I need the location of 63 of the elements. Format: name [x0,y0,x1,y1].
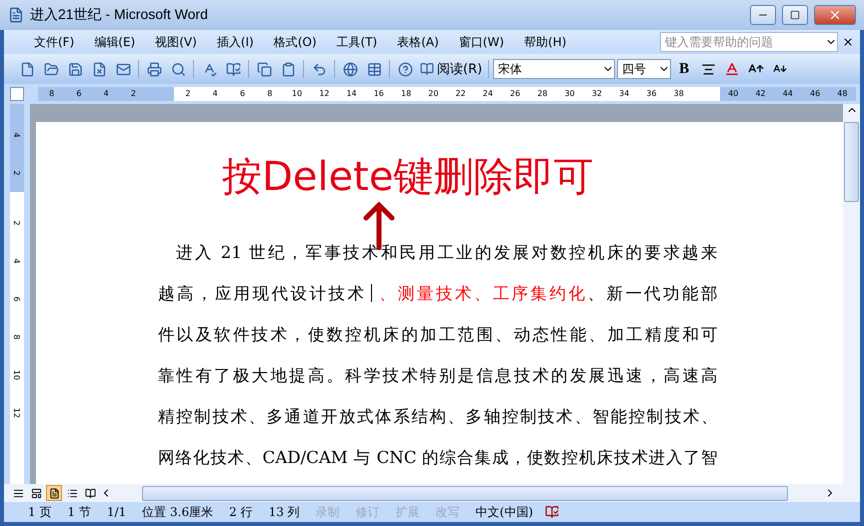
align-center-icon [700,62,716,76]
word-icon [8,7,24,23]
menu-item[interactable]: 编辑(E) [86,32,144,52]
maximize-button[interactable] [782,5,808,25]
menu-item[interactable]: 视图(V) [147,32,205,52]
menu-item[interactable]: 表格(A) [389,32,447,52]
vertical-ruler: 4 2 2 4 6 8 10 12 [10,104,24,484]
status-item: 2 行 [228,504,254,520]
window-title: 进入21世纪 - Microsoft Word [30,6,209,24]
font-color-icon [724,61,740,77]
font-size-field[interactable]: 四号 [617,59,672,79]
minimize-button[interactable] [750,5,776,25]
status-item: 录制 [314,504,341,520]
status-item: 13 列 [268,504,301,520]
clipboard-icon [280,62,296,76]
document-x-icon [92,62,106,76]
status-item: 扩展 [394,504,421,520]
status-item: 修订 [354,504,381,520]
folder-icon [44,62,58,76]
page-icon [48,488,60,498]
view-button[interactable] [46,485,62,501]
help-icon [398,62,412,76]
menu-item[interactable]: 工具(T) [328,32,386,52]
tab-selector[interactable] [10,87,24,101]
close-icon[interactable] [842,36,854,48]
ruler: 8 6 4 2 2 4 6 8 10 12 14 16 18 20 22 24 26 28 30 32 34 36 38 40 42 44 46 48 [38,87,856,101]
undo-icon [312,62,326,76]
book-icon [420,62,434,76]
status-item: 1 页 [27,504,52,520]
vertical-scrollbar[interactable] [843,104,860,484]
status-item: 1 节 [66,504,92,520]
spelling-status-icon [545,505,560,519]
read-button[interactable]: 阅读(R) [418,58,484,80]
save-icon [68,62,82,76]
close-button[interactable] [814,5,856,25]
book-icon [84,488,96,498]
bold-button[interactable]: B [673,58,696,80]
menu-item[interactable]: 格式(O) [266,32,325,52]
scrollbar-thumb[interactable] [844,122,859,202]
menu-item[interactable]: 文件(F) [26,32,82,52]
book-check-icon [226,62,240,76]
lines-icon [12,488,24,498]
body-paragraph: 进入 21 世纪，军事技术和民用工业的发展对数控机床的要求越来 越高，应用现代设计技术 、测量技术、工序集约化、新一代功能部 件以及软件技术，使数控机床的加工范围、动态性能、加工精度和可 靠性有了极大地提高。科学技术特别是信息技术的发展迅速，高速高 精控制技术、多通道开放式体系结构、多轴控制技术、智能控制技术、 网络化技术、CAD/CAM 与 CNC 的综合集成，使数控机床技术进入了智 [158,242,718,469]
menu-item[interactable]: 帮助(H) [516,32,574,52]
status-item: 中文(中国) [474,504,534,520]
menu-item[interactable]: 插入(I) [208,32,262,52]
scrollbar-thumb[interactable] [142,486,788,500]
copy-icon [256,62,272,76]
new-document-icon [20,62,34,76]
search-icon [170,62,186,76]
close-icon [828,8,842,22]
font-field[interactable]: 宋体 [493,59,616,79]
layout-icon [30,488,42,498]
printer-icon [146,62,162,76]
globe-icon [342,62,358,76]
table-icon [366,62,382,76]
menu-item[interactable]: 窗口(W) [450,32,512,52]
annotation-text: 按Delete键删除即可 [222,153,594,202]
status-item: 改写 [434,504,461,520]
maximize-icon [790,10,800,20]
mail-icon [116,62,130,76]
status-item: 位置 3.6厘米 [141,504,214,520]
status-item: 1/1 [106,505,128,519]
